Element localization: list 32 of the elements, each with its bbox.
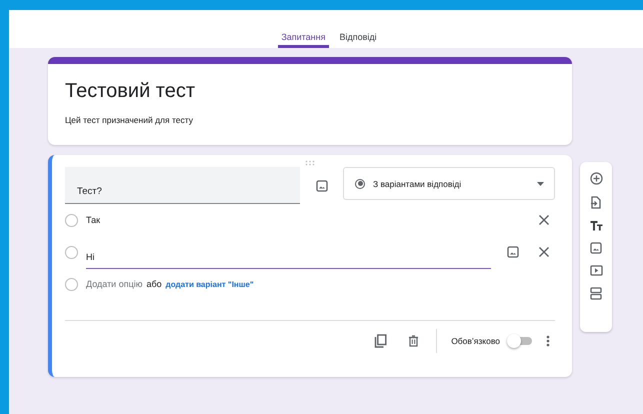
more-icon[interactable] — [546, 335, 550, 347]
add-question-icon[interactable] — [590, 172, 602, 185]
required-toggle[interactable] — [507, 334, 532, 348]
tab[interactable]: Запитання — [278, 10, 328, 48]
form-title[interactable]: Тестовий тест — [65, 80, 555, 103]
form-description[interactable]: Цей тест призначений для тесту — [65, 115, 555, 125]
close-icon[interactable] — [538, 246, 550, 258]
question-title-field[interactable]: Тест? — [65, 167, 300, 204]
title-text-icon[interactable] — [590, 220, 602, 231]
section-icon[interactable] — [590, 287, 602, 300]
video-icon[interactable] — [590, 265, 602, 276]
option-field[interactable]: Ні — [86, 245, 491, 269]
radio-icon — [65, 278, 78, 290]
add-other-link[interactable]: додати варіант "Інше" — [166, 280, 254, 288]
delete-icon[interactable] — [408, 335, 420, 347]
caret-icon[interactable] — [537, 182, 544, 186]
required-label: Обов’язково — [451, 336, 500, 346]
image-icon[interactable] — [590, 242, 602, 254]
drag-handle-icon[interactable] — [305, 159, 315, 167]
option-field[interactable]: Так — [86, 208, 491, 232]
copy-icon[interactable] — [374, 334, 388, 348]
radio-icon — [65, 214, 78, 226]
radio-icon — [65, 246, 78, 258]
or-label: або — [146, 279, 162, 289]
image-icon[interactable] — [316, 180, 328, 192]
close-icon[interactable] — [538, 214, 550, 226]
radio-icon — [355, 178, 365, 188]
add-option-link[interactable]: Додати опцію — [86, 279, 142, 289]
tab[interactable]: Відповіді — [336, 10, 380, 48]
image-icon[interactable] — [507, 246, 519, 258]
question-type-dropdown[interactable]: З варіантами відповіді — [343, 167, 555, 200]
import-icon[interactable] — [590, 196, 602, 209]
